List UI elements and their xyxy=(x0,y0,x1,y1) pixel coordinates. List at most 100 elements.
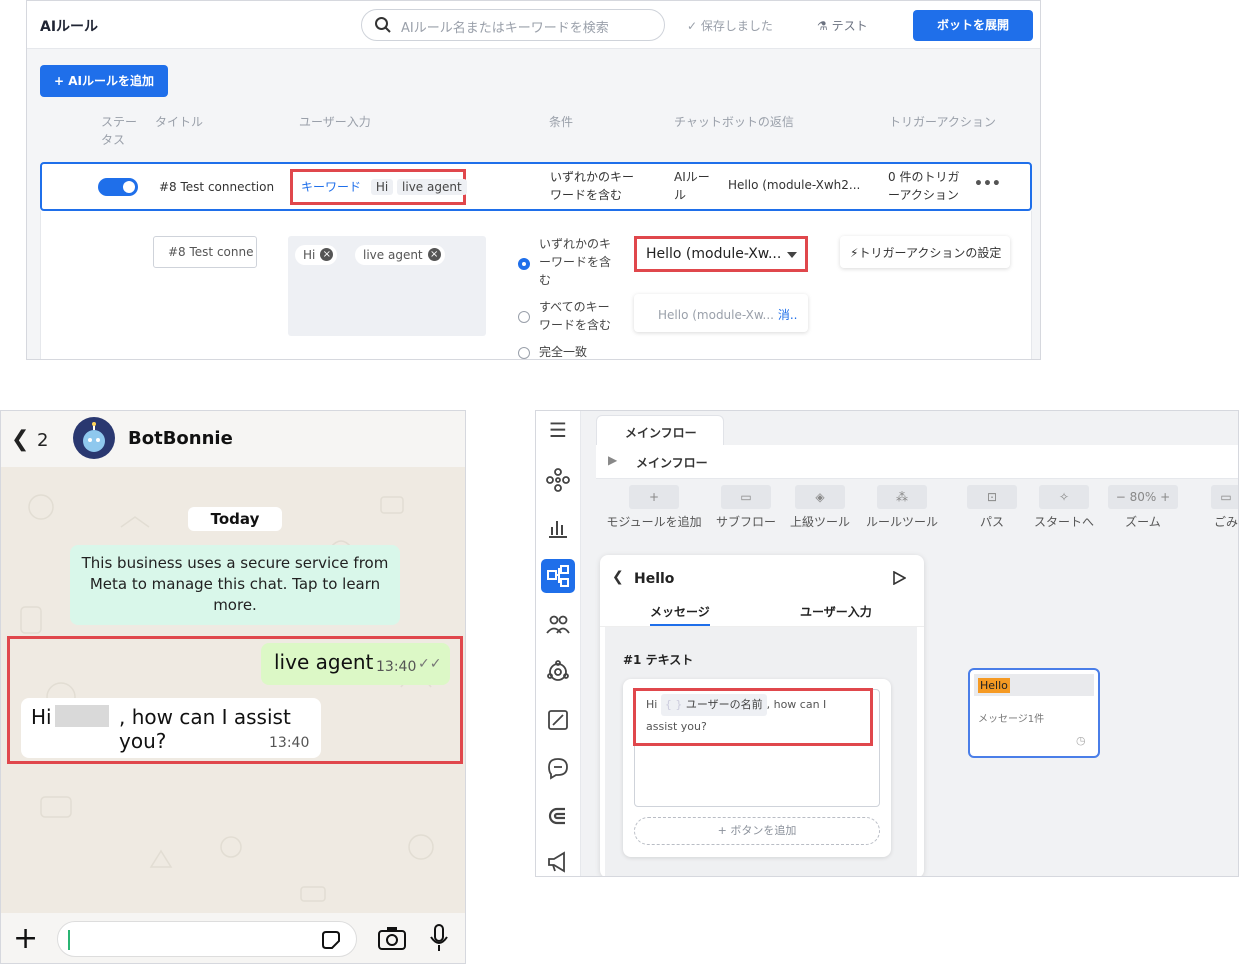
add-ai-rule-button[interactable]: + AIルールを追加 xyxy=(40,65,168,97)
reply-preview-link[interactable]: 消.. xyxy=(778,308,798,322)
chevron-down-icon xyxy=(787,252,797,258)
saved-label: 保存しました xyxy=(700,19,773,33)
rule-tool[interactable]: ⁂ ルールツール xyxy=(862,485,942,530)
edit-icon[interactable] xyxy=(545,707,571,733)
nodes-icon[interactable] xyxy=(545,467,571,493)
play-icon[interactable] xyxy=(892,571,906,585)
reply-select[interactable]: Hello (module-Xw... xyxy=(634,236,808,272)
zoom-tool[interactable]: − 80% + ズーム xyxy=(1106,485,1180,530)
sent-message: live agent 13:40 ✓✓ xyxy=(261,643,450,685)
flow-editor: ☰ メインフロー ▶︎ メインフロー + モジュールを追加 ▭ サブフロー ◈ 上級ツ… xyxy=(535,410,1239,877)
unread-count: 2 xyxy=(37,430,49,451)
test-button[interactable]: ⚗ テスト xyxy=(817,17,868,34)
add-button-button[interactable]: + ボタンを追加 xyxy=(634,817,880,845)
node-title: Hello xyxy=(978,678,1010,693)
tool-label: ルールツール xyxy=(865,515,938,529)
zoom-value: 80% xyxy=(1129,490,1157,504)
radio-all-label: すべてのキーワードを含む xyxy=(539,300,612,332)
radio-exact-label: 完全一致 xyxy=(539,345,588,359)
zoom-in-icon[interactable]: + xyxy=(1156,490,1170,504)
user-input-keywords: キーワード Hi live agent xyxy=(290,169,467,205)
zoom-control[interactable]: − 80% + xyxy=(1108,485,1178,509)
message-hi: Hi xyxy=(646,698,658,711)
expand-icon[interactable]: ▶︎ xyxy=(608,453,617,467)
plus-icon[interactable]: + xyxy=(13,921,38,956)
col-user-input: ユーザー入力 xyxy=(299,115,371,129)
trash-tool[interactable]: ▭ ごみ xyxy=(1206,485,1238,530)
magnet-icon[interactable] xyxy=(545,803,571,829)
reply-select-value: Hello (module-Xw... xyxy=(646,246,782,262)
plus-icon: + xyxy=(629,485,679,509)
col-title: タイトル xyxy=(155,115,204,129)
path-tool[interactable]: ⊡ パス xyxy=(962,485,1022,530)
message-textarea[interactable]: Hi { } ユーザーの名前, how can I assist you? xyxy=(633,688,880,807)
breadcrumb: ▶︎ メインフロー xyxy=(596,445,1238,479)
chat-icon[interactable] xyxy=(545,755,571,781)
users-icon[interactable] xyxy=(545,611,571,637)
message-input[interactable] xyxy=(57,921,357,957)
received-message-time: 13:40 xyxy=(269,735,310,751)
more-menu-icon[interactable]: ••• xyxy=(974,176,1001,192)
tab-message[interactable]: メッセージ xyxy=(650,603,710,626)
message-line-2: assist you? xyxy=(646,720,707,733)
deploy-bot-button[interactable]: ボットを展開 xyxy=(913,10,1033,41)
advanced-tool[interactable]: ◈ 上級ツール xyxy=(788,485,852,530)
received-message-prefix: Hi xyxy=(31,705,52,729)
radio-all-keywords[interactable] xyxy=(518,311,530,323)
variable-chip[interactable]: { } ユーザーの名前 xyxy=(660,694,767,716)
analytics-icon[interactable] xyxy=(545,515,571,541)
rule-row[interactable]: #8 Test connection キーワード Hi live agent い… xyxy=(40,162,1032,211)
sticker-icon[interactable] xyxy=(320,929,342,951)
tool-label: サブフロー xyxy=(715,515,776,529)
encryption-notice[interactable]: This business uses a secure service from… xyxy=(70,545,400,625)
message-rest: , how can I xyxy=(766,698,827,711)
reply-type-link[interactable]: AIルール xyxy=(674,168,714,204)
radio-any-label: いずれかのキーワードを含む xyxy=(539,237,612,287)
radio-exact-match[interactable] xyxy=(518,347,530,359)
flask-icon: ⚗ xyxy=(817,19,832,33)
node-header: Hello xyxy=(974,674,1094,696)
tool-label: パス xyxy=(979,515,1004,529)
avatar[interactable] xyxy=(73,417,115,459)
trash-icon: ▭ xyxy=(1211,485,1238,509)
tab-main-flow[interactable]: メインフロー xyxy=(596,415,724,445)
trigger-count[interactable]: 0 件のトリガーアクション xyxy=(888,168,964,204)
status-toggle[interactable] xyxy=(98,178,138,196)
keyword-tag-label: Hi xyxy=(303,248,316,262)
tool-label: 上級ツール xyxy=(789,515,850,529)
reply-preview-text: Hello (module-Xw... xyxy=(658,308,774,322)
message-line-1: Hi { } ユーザーの名前, how can I xyxy=(646,694,870,716)
message-editor-card: ❮ Hello メッセージ ユーザー入力 #1 テキスト Hi { } ユーザー… xyxy=(600,555,924,876)
zoom-out-icon[interactable]: − xyxy=(1116,490,1130,504)
tree-icon: ⁂ xyxy=(877,485,927,509)
menu-icon[interactable]: ☰ xyxy=(545,417,571,443)
check-icon: ✓ xyxy=(687,19,701,33)
keyword-input[interactable]: Hi × live agent × xyxy=(288,236,486,336)
microphone-icon[interactable] xyxy=(429,923,449,953)
subflow-tool[interactable]: ▭ サブフロー xyxy=(714,485,778,530)
flow-icon[interactable] xyxy=(541,559,575,593)
folder-icon: ▭ xyxy=(721,485,771,509)
trigger-action-button[interactable]: ⚡トリガーアクションの設定 xyxy=(840,236,1010,268)
flow-node[interactable]: Hello メッセージ1件 ◷ xyxy=(968,668,1100,758)
keyword-label: キーワード xyxy=(301,180,362,194)
go-start-tool[interactable]: ✧ スタートへ xyxy=(1032,485,1096,530)
remove-keyword-icon[interactable]: × xyxy=(427,248,441,261)
text-block-header: #1 テキスト xyxy=(623,653,694,667)
remove-keyword-icon[interactable]: × xyxy=(320,248,334,261)
tab-user-input[interactable]: ユーザー入力 xyxy=(800,603,872,620)
add-module-tool[interactable]: + モジュールを追加 xyxy=(604,485,704,530)
chat-header: ❮ 2 BotBonnie xyxy=(1,411,465,467)
megaphone-icon[interactable] xyxy=(545,849,571,875)
rule-title-input[interactable]: #8 Test conne xyxy=(153,236,257,268)
search-input[interactable]: AIルール名またはキーワードを検索 xyxy=(361,9,665,41)
camera-icon[interactable] xyxy=(377,925,407,951)
chevron-left-icon[interactable]: ❮ xyxy=(612,569,624,585)
integration-icon[interactable] xyxy=(545,659,571,685)
col-reply: チャットボットの返信 xyxy=(674,115,794,129)
date-separator: Today xyxy=(188,507,282,531)
variable-label: ユーザーの名前 xyxy=(685,698,763,711)
back-arrow-icon[interactable]: ❮ xyxy=(11,427,29,452)
radio-any-keyword[interactable] xyxy=(518,258,530,270)
contact-name: BotBonnie xyxy=(128,428,233,449)
